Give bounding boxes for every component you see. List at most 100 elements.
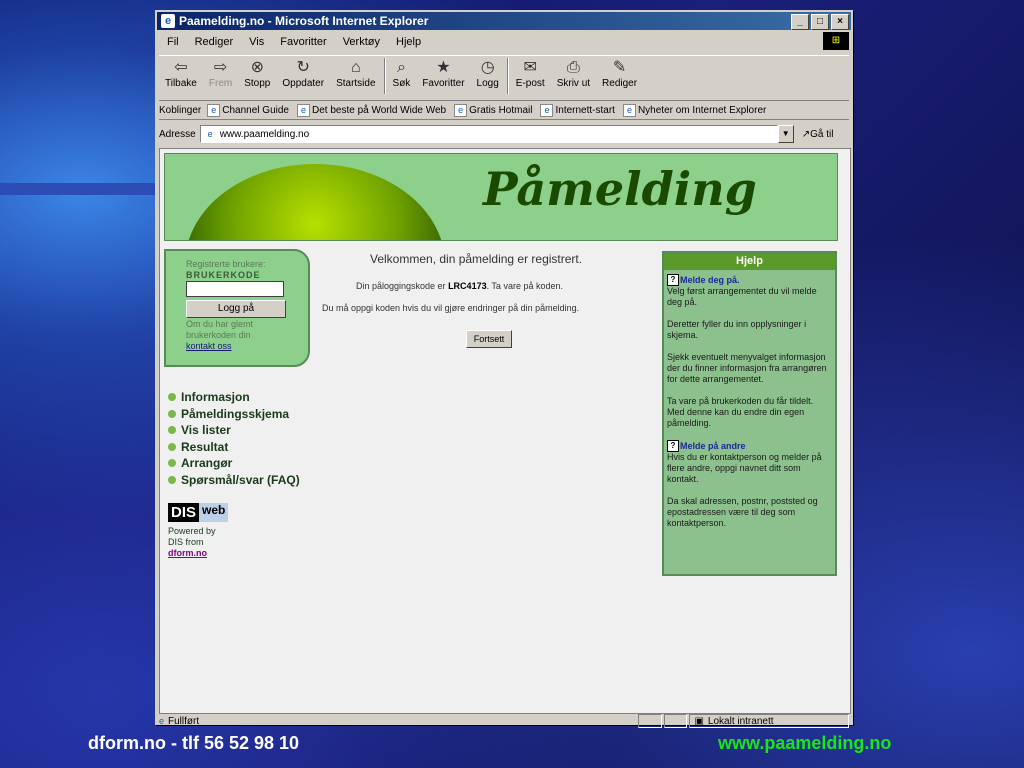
welcome-message: Velkommen, din påmelding er registrert. <box>370 252 583 266</box>
contact-link[interactable]: kontakt oss <box>186 341 232 351</box>
page-banner: Påmelding <box>164 153 838 241</box>
menu-tools[interactable]: Verktøy <box>343 36 380 48</box>
ie-page-icon: e <box>454 103 468 117</box>
toolbar-separator <box>383 58 385 94</box>
favorites-icon: ★ <box>436 59 451 76</box>
nav-faq[interactable]: Spørsmål/svar (FAQ) <box>168 472 300 489</box>
print-button[interactable]: ⎙ Skriv ut <box>557 58 590 89</box>
address-dropdown-button[interactable]: ▼ <box>777 125 794 143</box>
dform-link[interactable]: dform.no <box>168 548 216 559</box>
status-zone: ▣ Lokalt intranett <box>689 714 850 728</box>
window-title: Paamelding.no - Microsoft Internet Explo… <box>179 14 429 28</box>
bullet-icon <box>168 409 176 418</box>
ie-page-icon: e <box>622 103 636 117</box>
bullet-icon <box>168 475 176 484</box>
history-icon: ◷ <box>480 59 495 76</box>
link-hotmail[interactable]: e Gratis Hotmail <box>454 103 532 117</box>
go-arrow-icon: ↗ <box>801 128 811 140</box>
code-line: Din påloggingskode er LRC4173. Ta vare p… <box>356 281 563 291</box>
address-bar: Adresse e www.paamelding.no ▼ ↗Gå til <box>159 123 849 145</box>
menu-file[interactable]: Fil <box>167 36 179 48</box>
bullet-icon <box>168 442 176 451</box>
refresh-icon: ↻ <box>296 59 310 76</box>
continue-button[interactable]: Fortsett <box>466 330 512 348</box>
menu-view[interactable]: Vis <box>249 36 264 48</box>
banner-arc-graphic <box>185 164 445 240</box>
print-icon: ⎙ <box>566 59 580 76</box>
toolbar: ⇦ Tilbake ⇨ Frem ⊗ Stopp ↻ Oppdater ⌂ Startsi… <box>159 55 849 101</box>
link-channel-guide[interactable]: e Channel Guide <box>207 103 289 117</box>
menu-edit[interactable]: Rediger <box>195 36 234 48</box>
status-cell <box>663 714 688 728</box>
nav-organizer[interactable]: Arrangør <box>168 455 300 472</box>
back-button[interactable]: ⇦ Tilbake <box>165 58 197 89</box>
nav-registration-form[interactable]: Påmeldingsskjema <box>168 406 300 423</box>
help-panel: Hjelp ? Melde deg på. Velg først arrangem… <box>662 251 837 576</box>
dis-web-logo[interactable]: DIS web <box>168 503 229 522</box>
status-cell <box>637 714 662 728</box>
forward-button[interactable]: ⇨ Frem <box>209 58 232 89</box>
status-bar: e Fullført ▣ Lokalt intranett <box>159 714 850 728</box>
login-label: Registrerte brukere: <box>186 259 266 269</box>
menu-favorites[interactable]: Favoritter <box>280 36 326 48</box>
link-ie-news[interactable]: e Nyheter om Internet Explorer <box>622 103 766 117</box>
title-bar: e Paamelding.no - Microsoft Internet Exp… <box>157 12 851 30</box>
slide-stripe <box>0 183 158 195</box>
menu-bar: Fil Rediger Vis Favoritter Verktøy Hjelp <box>159 32 849 52</box>
ie-page-icon: e <box>207 128 213 139</box>
forgot-code-text: Om du har glemt brukerkoden din <box>186 319 254 340</box>
nav-show-lists[interactable]: Vis lister <box>168 422 300 439</box>
mail-icon: ✉ <box>523 59 537 76</box>
home-icon: ⌂ <box>350 59 361 76</box>
page-content: Påmelding Registrerte brukere: BRUKERKOD… <box>159 148 851 714</box>
search-button[interactable]: ⌕ Søk <box>393 58 411 89</box>
address-value: www.paamelding.no <box>219 128 310 140</box>
help-text: Hvis du er kontaktperson og melder på fl… <box>667 452 822 484</box>
minimize-button[interactable]: _ <box>791 14 809 30</box>
help-body: ? Melde deg på. Velg først arrangementet … <box>664 270 835 544</box>
go-button[interactable]: ↗Gå til <box>802 129 834 140</box>
search-icon: ⌕ <box>396 59 406 76</box>
mail-button[interactable]: ✉ E-post <box>516 58 545 89</box>
window-controls: _ □ × <box>791 14 849 30</box>
user-code-input[interactable] <box>186 281 284 297</box>
forward-arrow-icon: ⇨ <box>213 59 228 76</box>
status-text: Fullført <box>168 715 200 727</box>
help-icon: ? <box>667 274 679 286</box>
address-input[interactable]: e www.paamelding.no <box>199 125 778 143</box>
address-label: Adresse <box>159 128 196 140</box>
nav-results[interactable]: Resultat <box>168 439 300 456</box>
favorites-button[interactable]: ★ Favoritter <box>422 58 464 89</box>
bullet-icon <box>168 426 176 435</box>
maximize-button[interactable]: □ <box>811 14 829 30</box>
menu-help[interactable]: Hjelp <box>396 36 421 48</box>
close-button[interactable]: × <box>831 14 849 30</box>
user-code-label: BRUKERKODE <box>186 270 261 280</box>
ie-page-icon: e <box>159 716 165 726</box>
ie-icon: e <box>161 14 175 28</box>
history-button[interactable]: ◷ Logg <box>477 58 499 89</box>
home-button[interactable]: ⌂ Startside <box>336 58 375 89</box>
login-button[interactable]: Logg på <box>186 300 286 318</box>
help-text: Ta vare på brukerkoden du får tildelt. M… <box>667 396 814 428</box>
powered-by: Powered by DIS from dform.no <box>168 526 216 559</box>
windows-logo-icon: ⊞ <box>823 32 849 50</box>
ie-page-icon: e <box>540 103 554 117</box>
back-arrow-icon: ⇦ <box>174 59 188 76</box>
login-box: Registrerte brukere: BRUKERKODE Logg på … <box>164 249 310 367</box>
ie-page-icon: e <box>207 103 221 117</box>
refresh-button[interactable]: ↻ Oppdater <box>282 58 324 89</box>
bullet-icon <box>168 459 176 468</box>
link-internet-start[interactable]: e Internett-start <box>540 103 615 117</box>
links-label: Koblinger <box>159 104 202 116</box>
help-heading-register: ? Melde deg på. <box>667 274 832 286</box>
status-left: e Fullført <box>159 716 638 727</box>
change-instruction: Du må oppgi koden hvis du vil gjøre endr… <box>322 303 580 313</box>
edit-button[interactable]: ✎ Rediger <box>602 58 637 89</box>
links-bar: Koblinger e Channel Guide e Det beste på W… <box>159 101 849 120</box>
slide-footer-url: www.paamelding.no <box>718 733 892 753</box>
nav-information[interactable]: Informasjon <box>168 389 300 406</box>
help-text: Deretter fyller du inn opplysninger i sk… <box>667 319 807 340</box>
link-best-of-web[interactable]: e Det beste på World Wide Web <box>296 103 446 117</box>
stop-button[interactable]: ⊗ Stopp <box>244 58 270 89</box>
